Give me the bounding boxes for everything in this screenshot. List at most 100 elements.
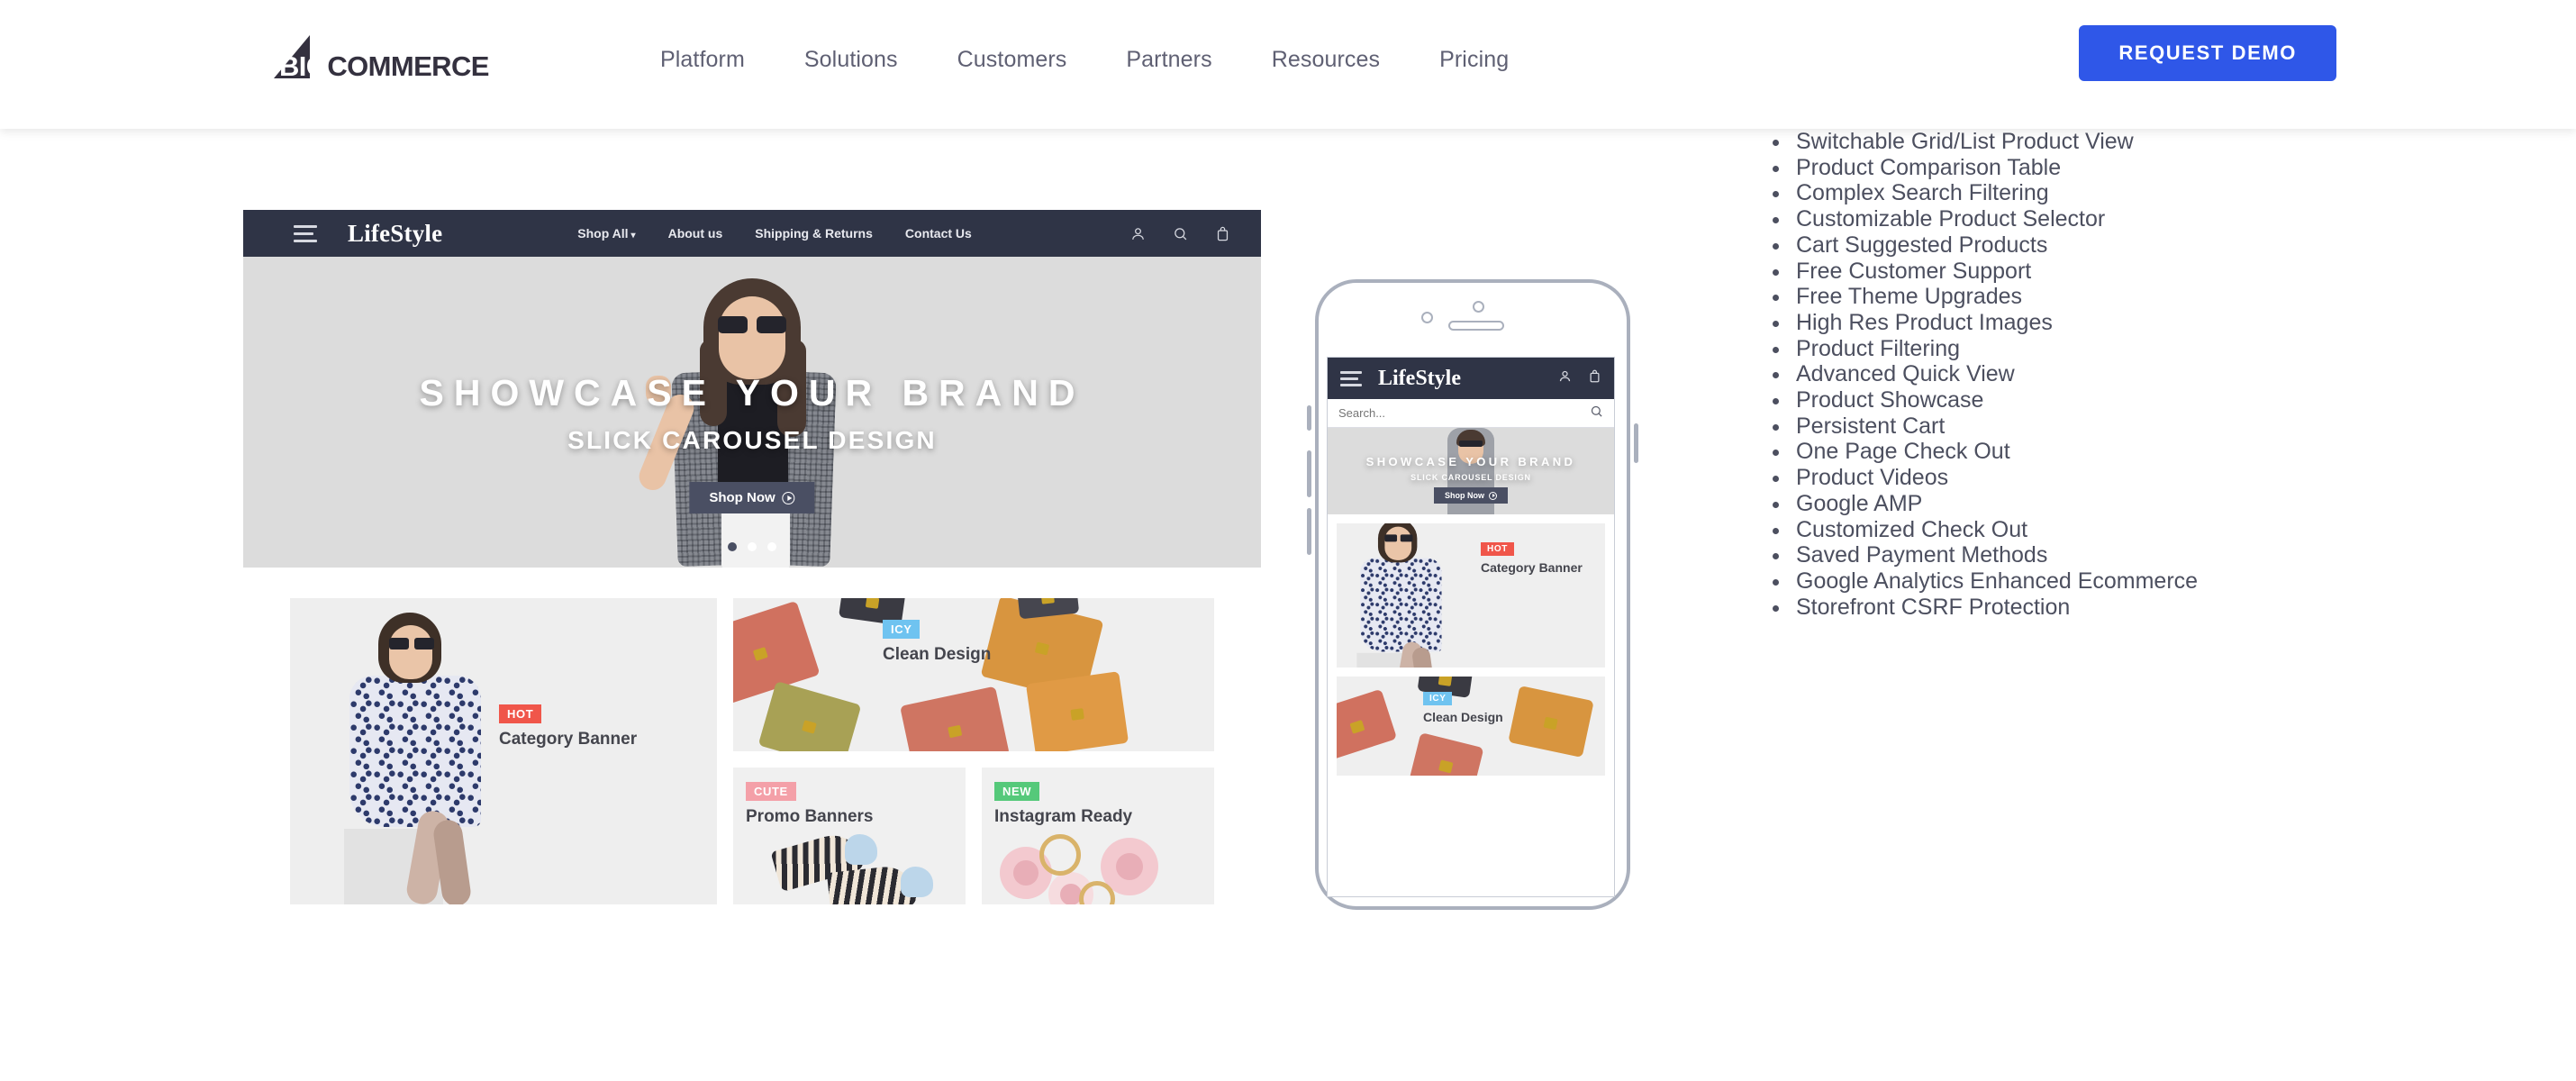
phone-volume-down-button[interactable] bbox=[1307, 508, 1311, 555]
request-demo-button[interactable]: REQUEST DEMO bbox=[2079, 25, 2336, 81]
nav-item-resources[interactable]: Resources bbox=[1242, 47, 1410, 73]
bigcommerce-wordmark: BIGCOMMERCE bbox=[279, 52, 489, 80]
nav-item-solutions[interactable]: Solutions bbox=[775, 47, 928, 73]
list-item: Product Filtering bbox=[1765, 336, 2504, 362]
list-item: Google Analytics Enhanced Ecommerce bbox=[1765, 568, 2504, 595]
mobile-hero-title: SHOWCASE YOUR BRAND bbox=[1365, 455, 1576, 468]
list-item: Free Theme Upgrades bbox=[1765, 284, 2504, 310]
mobile-badge-hot: HOT bbox=[1481, 542, 1514, 556]
phone-sensor-icon bbox=[1473, 301, 1484, 313]
storefront-utility-icons bbox=[1130, 210, 1230, 257]
tile-category-banner[interactable]: HOT Category Banner bbox=[290, 598, 717, 904]
tile-label-category-banner: Category Banner bbox=[499, 730, 638, 749]
feature-list-panel: Switchable Grid/List Product View Produc… bbox=[1765, 129, 2504, 620]
desktop-storefront-preview: LifeStyle Shop All ▾ About us Shipping & … bbox=[243, 210, 1261, 904]
storefront-nav-shop-all[interactable]: Shop All ▾ bbox=[577, 226, 635, 241]
bigcommerce-logo[interactable]: BIGCOMMERCE bbox=[270, 30, 489, 84]
mobile-shop-now-label: Shop Now bbox=[1445, 491, 1484, 500]
hero-title: SHOWCASE YOUR BRAND bbox=[419, 372, 1085, 413]
mobile-search-bar[interactable] bbox=[1328, 399, 1614, 428]
mobile-storefront-brand[interactable]: LifeStyle bbox=[1378, 367, 1461, 391]
badge-cute: CUTE bbox=[746, 782, 796, 801]
mobile-tile-label-category-banner: Category Banner bbox=[1481, 560, 1583, 575]
mobile-cart-icon[interactable] bbox=[1588, 369, 1601, 387]
list-item: Saved Payment Methods bbox=[1765, 542, 2504, 568]
tile-instagram-ready[interactable]: NEW Instagram Ready bbox=[982, 768, 1214, 904]
carousel-dot-2[interactable] bbox=[748, 542, 757, 551]
phone-mute-button[interactable] bbox=[1307, 405, 1311, 431]
mobile-search-icon[interactable] bbox=[1590, 404, 1603, 422]
storefront-brand[interactable]: LifeStyle bbox=[348, 220, 442, 248]
hero-subtitle: SLICK CAROUSEL DESIGN bbox=[567, 426, 937, 454]
list-item: Advanced Quick View bbox=[1765, 361, 2504, 387]
logo-commerce-text: COMMERCE bbox=[327, 50, 489, 82]
mobile-shop-now-button[interactable]: Shop Now bbox=[1434, 487, 1508, 504]
mobile-hero-subtitle: SLICK CAROUSEL DESIGN bbox=[1410, 473, 1531, 482]
hamburger-menu-icon[interactable] bbox=[294, 224, 317, 242]
storefront-tile-grid: HOT Category Banner ICY Clean Design CUT… bbox=[243, 598, 1261, 904]
storefront-nav-contact[interactable]: Contact Us bbox=[905, 226, 972, 241]
phone-camera-icon bbox=[1421, 312, 1433, 323]
nav-item-platform[interactable]: Platform bbox=[630, 47, 775, 73]
list-item: Customizable Product Selector bbox=[1765, 206, 2504, 232]
mobile-category-banner-photo bbox=[1346, 523, 1474, 668]
list-item: Free Customer Support bbox=[1765, 259, 2504, 285]
phone-power-button[interactable] bbox=[1634, 423, 1638, 463]
category-banner-caption: HOT Category Banner bbox=[499, 704, 637, 749]
tile-clean-design[interactable]: ICY Clean Design bbox=[733, 598, 1214, 751]
logo-big-text: BIG bbox=[279, 50, 328, 82]
badge-hot: HOT bbox=[499, 704, 542, 723]
mobile-hamburger-menu-icon[interactable] bbox=[1340, 370, 1362, 386]
list-item: Product Videos bbox=[1765, 465, 2504, 491]
chevron-down-icon: ▾ bbox=[630, 231, 636, 241]
nav-item-pricing[interactable]: Pricing bbox=[1410, 47, 1538, 73]
instagram-ready-caption: NEW Instagram Ready bbox=[994, 782, 1132, 827]
account-icon[interactable] bbox=[1130, 226, 1146, 241]
shop-now-button[interactable]: Shop Now bbox=[689, 482, 815, 513]
storefront-nav-about-us[interactable]: About us bbox=[668, 226, 723, 241]
badge-icy: ICY bbox=[883, 620, 921, 639]
phone-volume-up-button[interactable] bbox=[1307, 450, 1311, 497]
badge-new: NEW bbox=[994, 782, 1040, 801]
tile-label-promo-banners: Promo Banners bbox=[746, 807, 874, 826]
phone-screen: LifeStyle Search... SHOWCASE YOUR BRAND … bbox=[1327, 357, 1615, 897]
tile-label-instagram-ready: Instagram Ready bbox=[994, 807, 1133, 826]
promo-banners-caption: CUTE Promo Banners bbox=[746, 782, 873, 827]
nav-item-partners[interactable]: Partners bbox=[1096, 47, 1241, 73]
mobile-account-icon[interactable] bbox=[1558, 369, 1572, 387]
list-item: Customized Check Out bbox=[1765, 517, 2504, 543]
mobile-storefront-preview: LifeStyle Search... SHOWCASE YOUR BRAND … bbox=[1307, 279, 1638, 910]
shop-now-label: Shop Now bbox=[709, 490, 776, 505]
tile-column-right: ICY Clean Design CUTE Promo Banners NEW … bbox=[733, 598, 1214, 904]
mobile-tile-clean-design[interactable]: ICY Clean Design bbox=[1337, 677, 1605, 776]
phone-speaker bbox=[1448, 321, 1504, 331]
page-content: LifeStyle Shop All ▾ About us Shipping & … bbox=[0, 129, 2576, 1081]
tile-promo-banners[interactable]: CUTE Promo Banners bbox=[733, 768, 966, 904]
list-item: One Page Check Out bbox=[1765, 439, 2504, 465]
nav-item-customers[interactable]: Customers bbox=[928, 47, 1097, 73]
list-item: Persistent Cart bbox=[1765, 413, 2504, 440]
mobile-category-banner-caption: HOT Category Banner bbox=[1481, 540, 1583, 575]
storefront-hero-carousel: SHOWCASE YOUR BRAND SLICK CAROUSEL DESIG… bbox=[243, 257, 1261, 568]
mobile-storefront-header: LifeStyle bbox=[1328, 358, 1614, 399]
list-item: Switchable Grid/List Product View bbox=[1765, 129, 2504, 155]
list-item: High Res Product Images bbox=[1765, 310, 2504, 336]
search-icon[interactable] bbox=[1173, 226, 1188, 241]
mobile-play-circle-icon bbox=[1489, 491, 1497, 500]
mobile-utility-icons bbox=[1558, 369, 1601, 387]
primary-navigation: Platform Solutions Customers Partners Re… bbox=[630, 47, 1538, 73]
mobile-search-input[interactable] bbox=[1338, 406, 1551, 420]
list-item: Storefront CSRF Protection bbox=[1765, 595, 2504, 621]
storefront-navigation: Shop All ▾ About us Shipping & Returns Co… bbox=[577, 226, 972, 241]
cart-icon[interactable] bbox=[1215, 226, 1230, 241]
clean-design-caption: ICY Clean Design bbox=[883, 620, 991, 665]
tile-label-clean-design: Clean Design bbox=[883, 645, 992, 664]
carousel-dot-1[interactable] bbox=[728, 542, 737, 551]
carousel-dot-3[interactable] bbox=[767, 542, 776, 551]
list-item: Product Showcase bbox=[1765, 387, 2504, 413]
mobile-tile-category-banner[interactable]: HOT Category Banner bbox=[1337, 523, 1605, 668]
storefront-nav-shipping[interactable]: Shipping & Returns bbox=[755, 226, 873, 241]
list-item: Product Comparison Table bbox=[1765, 155, 2504, 181]
mobile-clean-design-caption: ICY Clean Design bbox=[1423, 689, 1503, 724]
mobile-tile-label-clean-design: Clean Design bbox=[1423, 710, 1503, 724]
